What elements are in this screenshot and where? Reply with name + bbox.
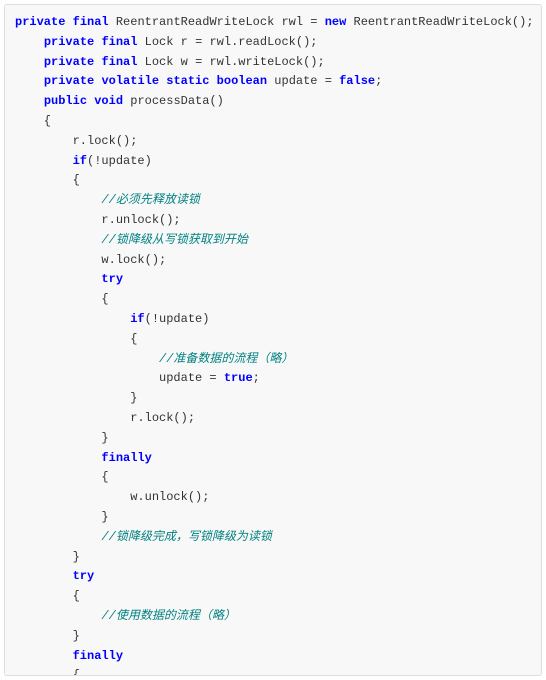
code-line: if(!update)	[15, 310, 531, 330]
code-text: ;	[375, 74, 382, 88]
code-line: private final Lock r = rwl.readLock();	[15, 33, 531, 53]
code-line: try	[15, 567, 531, 587]
code-line: finally	[15, 449, 531, 469]
code-line: w.unlock();	[15, 488, 531, 508]
comment: //使用数据的流程（略）	[101, 609, 235, 623]
code-text: (!update)	[145, 312, 210, 326]
keyword: private	[44, 55, 94, 69]
keyword: true	[224, 371, 253, 385]
code-line: private volatile static boolean update =…	[15, 72, 531, 92]
code-text: processData()	[123, 94, 224, 108]
indent	[15, 272, 101, 286]
code-line: {	[15, 587, 531, 607]
code-text: ReentrantReadWriteLock();	[346, 15, 533, 29]
indent	[15, 94, 44, 108]
code-line: }	[15, 429, 531, 449]
keyword: final	[101, 55, 137, 69]
code-line: {	[15, 290, 531, 310]
indent	[15, 74, 44, 88]
code-line: {	[15, 171, 531, 191]
keyword: if	[130, 312, 144, 326]
code-line: {	[15, 112, 531, 132]
code-line: if(!update)	[15, 152, 531, 172]
code-line: }	[15, 548, 531, 568]
indent	[15, 649, 73, 663]
code-line: }	[15, 508, 531, 528]
code-text: Lock r = rwl.readLock();	[137, 35, 317, 49]
comment: //必须先释放读锁	[101, 193, 199, 207]
code-line: {	[15, 666, 531, 676]
code-line: }	[15, 389, 531, 409]
comment: //准备数据的流程（略）	[159, 352, 293, 366]
keyword: finally	[73, 649, 123, 663]
indent	[15, 233, 101, 247]
code-line: r.lock();	[15, 132, 531, 152]
code-line: r.unlock();	[15, 211, 531, 231]
indent	[15, 352, 159, 366]
keyword: boolean	[217, 74, 267, 88]
keyword: finally	[101, 451, 151, 465]
code-line: private final ReentrantReadWriteLock rwl…	[15, 13, 531, 33]
indent	[15, 530, 101, 544]
keyword: final	[101, 35, 137, 49]
indent	[15, 569, 73, 583]
code-line: //准备数据的流程（略）	[15, 350, 531, 370]
keyword: try	[73, 569, 95, 583]
code-line: finally	[15, 647, 531, 667]
indent: update =	[15, 371, 224, 385]
code-line: r.lock();	[15, 409, 531, 429]
code-text: update =	[267, 74, 339, 88]
code-text: (!update)	[87, 154, 152, 168]
code-block: private final ReentrantReadWriteLock rwl…	[4, 4, 542, 676]
indent	[15, 451, 101, 465]
keyword: final	[73, 15, 109, 29]
code-line: private final Lock w = rwl.writeLock();	[15, 53, 531, 73]
keyword: private	[44, 74, 94, 88]
code-text: ;	[253, 371, 260, 385]
comment: //锁降级完成，写锁降级为读锁	[101, 530, 271, 544]
keyword: volatile	[101, 74, 159, 88]
code-line: //使用数据的流程（略）	[15, 607, 531, 627]
indent	[15, 312, 130, 326]
keyword: if	[73, 154, 87, 168]
code-line: w.lock();	[15, 251, 531, 271]
code-text: ReentrantReadWriteLock rwl =	[109, 15, 325, 29]
keyword: private	[15, 15, 65, 29]
code-line: public void processData()	[15, 92, 531, 112]
indent	[15, 154, 73, 168]
code-line: {	[15, 468, 531, 488]
indent	[15, 193, 101, 207]
keyword: public	[44, 94, 87, 108]
code-text: Lock w = rwl.writeLock();	[137, 55, 324, 69]
keyword: private	[44, 35, 94, 49]
keyword: static	[166, 74, 209, 88]
keyword: new	[325, 15, 347, 29]
keyword: void	[94, 94, 123, 108]
code-line: }	[15, 627, 531, 647]
code-line: //锁降级从写锁获取到开始	[15, 231, 531, 251]
indent	[15, 55, 44, 69]
comment: //锁降级从写锁获取到开始	[101, 233, 247, 247]
keyword: false	[339, 74, 375, 88]
code-line: //锁降级完成，写锁降级为读锁	[15, 528, 531, 548]
indent	[15, 609, 101, 623]
code-line: //必须先释放读锁	[15, 191, 531, 211]
keyword: try	[101, 272, 123, 286]
code-line: {	[15, 330, 531, 350]
indent	[15, 35, 44, 49]
code-line: try	[15, 270, 531, 290]
code-line: update = true;	[15, 369, 531, 389]
